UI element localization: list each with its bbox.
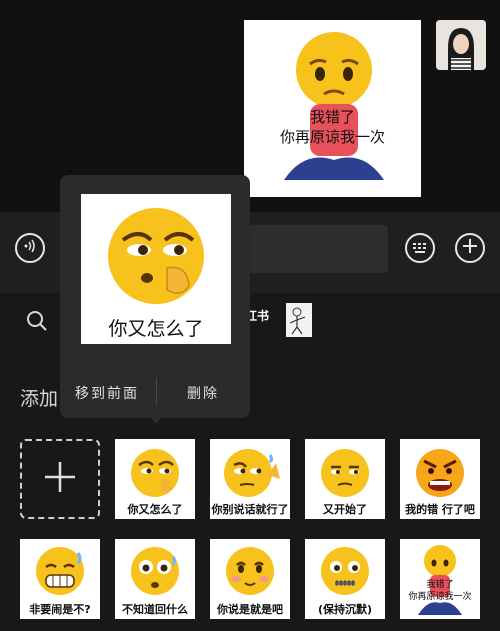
sticker-text-line2: 你再原谅我一次 [279, 128, 385, 146]
message-input[interactable] [248, 225, 388, 273]
sticker-preview: 你又怎么了 [81, 194, 231, 344]
sticker-tile[interactable]: (保持沉默) [305, 539, 385, 619]
add-button[interactable] [455, 233, 485, 263]
sticker-caption: (保持沉默) [317, 603, 373, 616]
add-sticker-tile[interactable] [20, 439, 100, 519]
sticker-caption: 我的错 行了吧 [405, 503, 475, 516]
sticker-tile[interactable]: 非要闹是不? [20, 539, 100, 619]
sticker-preview-caption: 你又怎么了 [108, 318, 204, 340]
context-menu-divider [156, 378, 157, 404]
sticker-text-line1: 我错了 [309, 108, 355, 126]
delete-button[interactable]: 删除 [187, 383, 219, 403]
sticker-caption-line2: 你再原谅我一次 [408, 592, 472, 602]
sticker-category-thumb[interactable] [286, 303, 312, 337]
emoji-keyboard-icon [412, 239, 428, 258]
move-to-front-button[interactable]: 移到前面 [75, 383, 139, 403]
add-section-label: 添加 [20, 388, 59, 410]
plus-icon [462, 238, 478, 258]
sent-sticker-message[interactable]: 我错了 你再原谅我一次 [244, 20, 421, 197]
sticker-tile[interactable]: 你又怎么了 [115, 439, 195, 519]
sticker-tile[interactable]: 我的错 行了吧 [400, 439, 480, 519]
sticker-tile[interactable]: 我错了 你再原谅我一次 [400, 539, 480, 619]
search-icon[interactable] [25, 309, 49, 337]
voice-button[interactable] [15, 233, 45, 263]
sticker-tile[interactable]: 又开始了 [305, 439, 385, 519]
plus-icon [43, 460, 77, 498]
sticker-caption: 你又怎么了 [127, 503, 183, 516]
sticker-caption: 非要闹是不? [29, 603, 91, 616]
sticker-tile[interactable]: 不知道回什么 [115, 539, 195, 619]
emoji-button[interactable] [405, 233, 435, 263]
voice-icon [22, 238, 38, 258]
sticker-caption: 不知道回什么 [122, 603, 188, 616]
sticker-caption: 你说是就是吧 [217, 603, 283, 616]
sticker-caption: 又开始了 [323, 503, 367, 516]
sticker-caption: 你别说话就行了 [211, 503, 289, 516]
sticker-tile[interactable]: 你说是就是吧 [210, 539, 290, 619]
context-menu-arrow [148, 414, 164, 424]
avatar[interactable] [436, 20, 486, 70]
sticker-tile[interactable]: 你别说话就行了 [210, 439, 290, 519]
